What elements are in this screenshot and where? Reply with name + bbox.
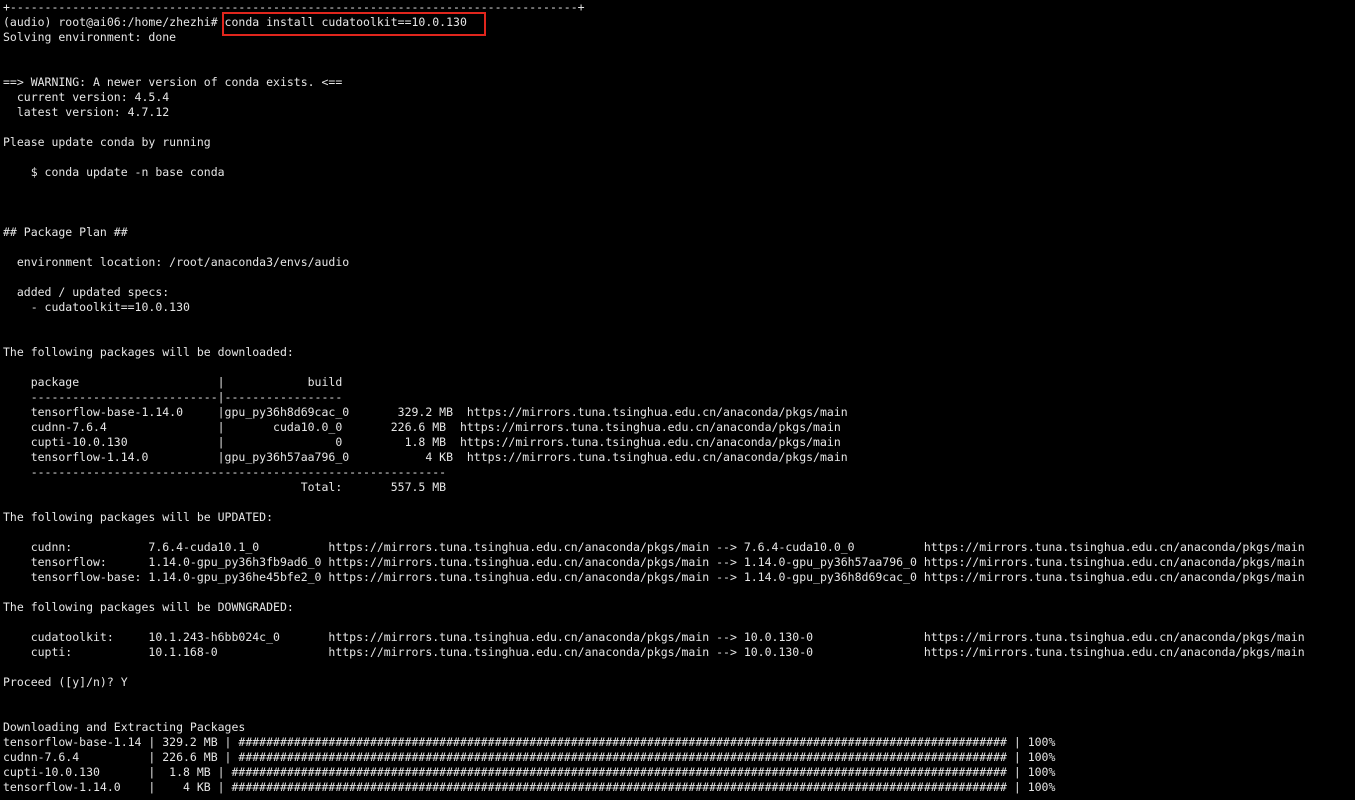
terminal-line: Solving environment: done	[3, 30, 177, 44]
terminal-line: cudatoolkit: 10.1.243-h6bb024c_0 https:/…	[3, 630, 1305, 644]
terminal-line: ==> WARNING: A newer version of conda ex…	[3, 75, 343, 89]
terminal-line: cudnn: 7.6.4-cuda10.1_0 https://mirrors.…	[3, 540, 1305, 554]
terminal-line: ---------------------------|------------…	[3, 390, 343, 404]
terminal-line: current version: 4.5.4	[3, 90, 170, 104]
terminal-line: cupti: 10.1.168-0 https://mirrors.tuna.t…	[3, 645, 1305, 659]
terminal-line: tensorflow-1.14.0 | 4 KB | #############…	[3, 780, 1056, 794]
terminal-line: tensorflow-base: 1.14.0-gpu_py36he45bfe2…	[3, 570, 1305, 584]
terminal-line: ## Package Plan ##	[3, 225, 128, 239]
terminal-line: cupti-10.0.130 | 1.8 MB | ##############…	[3, 765, 1056, 779]
terminal-output: +---------------------------------------…	[3, 0, 1355, 795]
terminal-line: The following packages will be UPDATED:	[3, 510, 274, 524]
terminal-line: Please update conda by running	[3, 135, 211, 149]
terminal-line: environment location: /root/anaconda3/en…	[3, 255, 350, 269]
terminal-line: $ conda update -n base conda	[3, 165, 225, 179]
terminal-line: tensorflow-1.14.0 |gpu_py36h57aa796_0 4 …	[3, 450, 848, 464]
terminal-line: tensorflow-base-1.14 | 329.2 MB | ######…	[3, 735, 1056, 749]
terminal-line: tensorflow: 1.14.0-gpu_py36h3fb9ad6_0 ht…	[3, 555, 1305, 569]
terminal-window[interactable]: +---------------------------------------…	[0, 0, 1355, 800]
terminal-line: ----------------------------------------…	[3, 465, 447, 479]
terminal-line: Total: 557.5 MB	[3, 480, 447, 494]
terminal-line: added / updated specs:	[3, 285, 170, 299]
terminal-line: - cudatoolkit==10.0.130	[3, 300, 190, 314]
terminal-line: tensorflow-base-1.14.0 |gpu_py36h8d69cac…	[3, 405, 848, 419]
terminal-line: The following packages will be DOWNGRADE…	[3, 600, 294, 614]
terminal-line: Downloading and Extracting Packages	[3, 720, 246, 734]
terminal-line: cudnn-7.6.4 | 226.6 MB | ###############…	[3, 750, 1056, 764]
terminal-line: latest version: 4.7.12	[3, 105, 170, 119]
terminal-line: cudnn-7.6.4 | cuda10.0_0 226.6 MB https:…	[3, 420, 841, 434]
terminal-line: cupti-10.0.130 | 0 1.8 MB https://mirror…	[3, 435, 841, 449]
terminal-line: Proceed ([y]/n)? Y	[3, 675, 128, 689]
terminal-line: package | build	[3, 375, 343, 389]
terminal-line: (audio) root@ai06:/home/zhezhi# conda in…	[3, 15, 467, 29]
terminal-line: The following packages will be downloade…	[3, 345, 294, 359]
terminal-line: +---------------------------------------…	[3, 0, 585, 14]
